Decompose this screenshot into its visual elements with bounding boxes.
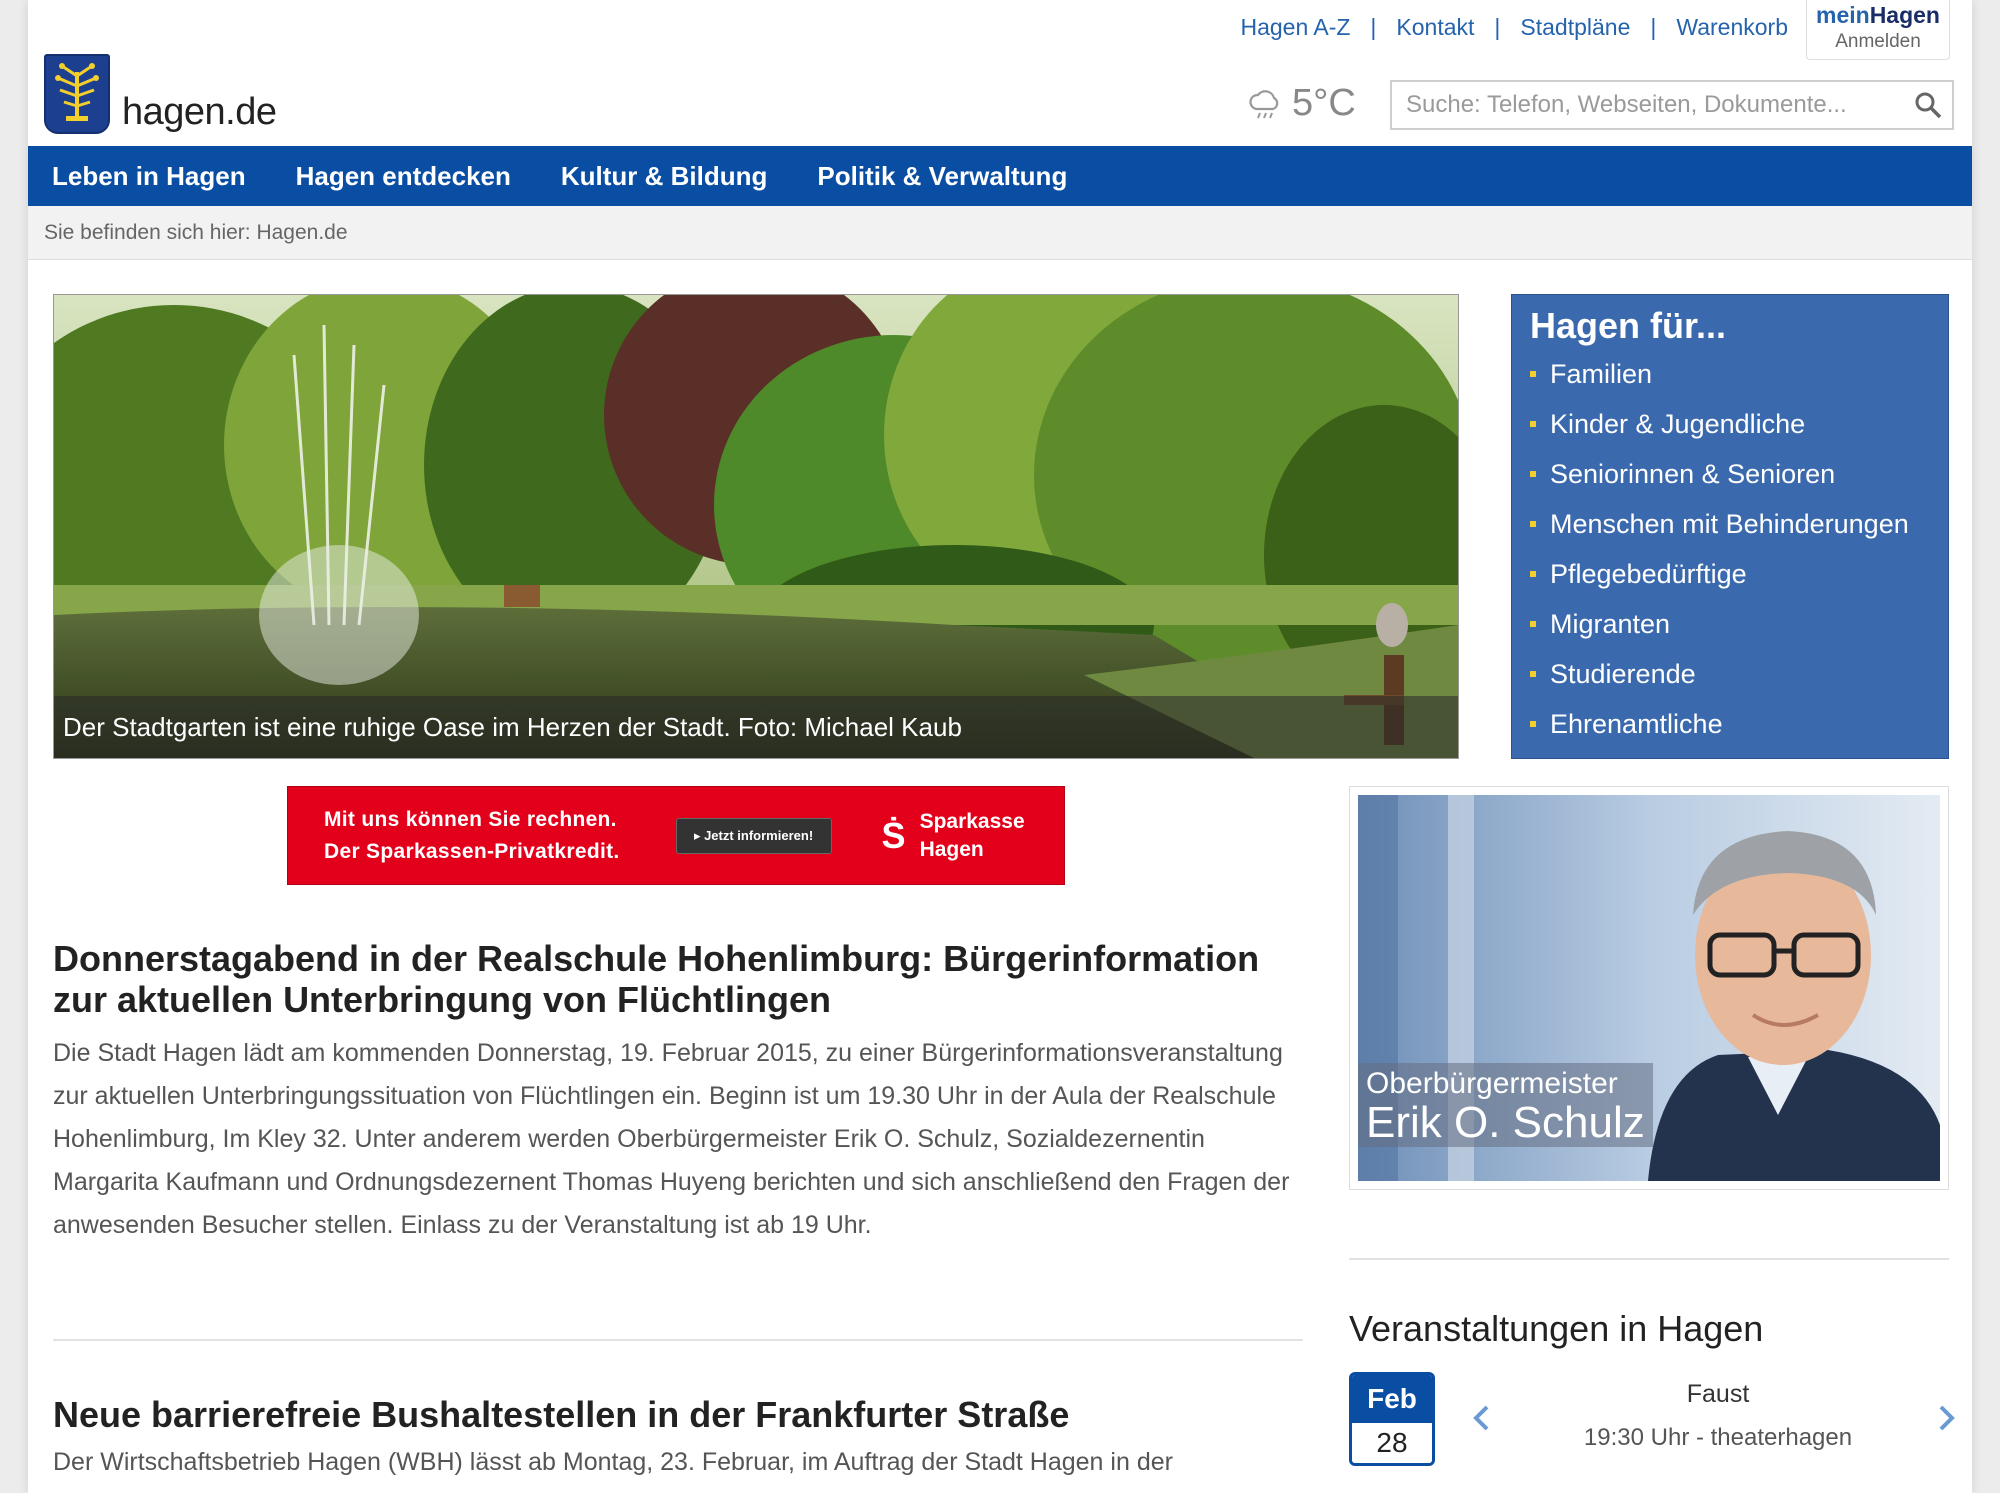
list-item[interactable]: Kinder & Jugendliche bbox=[1530, 399, 1930, 449]
bullet bbox=[1530, 521, 1536, 527]
bullet bbox=[1530, 721, 1536, 727]
target-group-link[interactable]: Migranten bbox=[1550, 609, 1670, 640]
mein-hagen-brand-bold: Hagen bbox=[1869, 2, 1940, 28]
nav-leben-in-hagen[interactable]: Leben in Hagen bbox=[52, 161, 246, 192]
bullet bbox=[1530, 471, 1536, 477]
article-title[interactable]: Neue barrierefreie Bushaltestellen in de… bbox=[53, 1394, 1303, 1435]
site-logo[interactable]: hagen.de bbox=[44, 54, 277, 134]
target-group-link[interactable]: Ehrenamtliche bbox=[1550, 709, 1723, 740]
top-links: Hagen A-Z | Kontakt | Stadtpläne | Waren… bbox=[1240, 14, 1788, 41]
event-month: Feb bbox=[1352, 1375, 1432, 1423]
separator: | bbox=[1494, 14, 1501, 40]
events-title: Veranstaltungen in Hagen bbox=[1349, 1308, 1764, 1349]
article-body: Der Wirtschaftsbetrieb Hagen (WBH) lässt… bbox=[53, 1448, 1173, 1476]
target-group-link[interactable]: Kinder & Jugendliche bbox=[1550, 409, 1805, 440]
event-day: 28 bbox=[1352, 1423, 1432, 1463]
target-group-link[interactable]: Pflegebedürftige bbox=[1550, 559, 1747, 590]
event-detail: 19:30 Uhr - theaterhagen bbox=[1583, 1424, 1853, 1451]
ad-cta-button[interactable]: ▸ Jetzt informieren! bbox=[675, 817, 832, 854]
link-warenkorb[interactable]: Warenkorb bbox=[1676, 14, 1788, 41]
separator: | bbox=[1650, 14, 1657, 40]
site-name: hagen.de bbox=[122, 91, 277, 133]
event-name[interactable]: Faust bbox=[1508, 1380, 1928, 1409]
mayor-photo: Oberbürgermeister Erik O. Schulz bbox=[1358, 795, 1940, 1181]
login-link[interactable]: Anmelden bbox=[1807, 31, 1949, 53]
link-hagen-az[interactable]: Hagen A-Z bbox=[1240, 14, 1350, 41]
divider bbox=[1349, 1258, 1949, 1260]
mayor-role: Oberbürgermeister bbox=[1366, 1067, 1618, 1100]
mein-hagen-brand-light: mein bbox=[1816, 2, 1870, 28]
target-group-list: Familien Kinder & Jugendliche Seniorinne… bbox=[1530, 349, 1930, 749]
ad-line-2: Der Sparkassen-Privatkredit. bbox=[324, 839, 620, 863]
list-item[interactable]: Ehrenamtliche bbox=[1530, 699, 1930, 749]
header: hagen.de Hagen A-Z | Kontakt | Stadtplän… bbox=[28, 0, 1972, 146]
cloud-rain-icon bbox=[1249, 89, 1279, 118]
news-article: Neue barrierefreie Bushaltestellen in de… bbox=[53, 1394, 1303, 1484]
chevron-left-icon[interactable] bbox=[1466, 1400, 1496, 1436]
mayor-caption: Oberbürgermeister Erik O. Schulz bbox=[1358, 1063, 1653, 1147]
nav-kultur-bildung[interactable]: Kultur & Bildung bbox=[561, 161, 768, 192]
bullet bbox=[1530, 371, 1536, 377]
target-group-link[interactable]: Familien bbox=[1550, 359, 1652, 390]
search-box bbox=[1390, 80, 1954, 130]
mayor-teaser[interactable]: Oberbürgermeister Erik O. Schulz bbox=[1349, 786, 1949, 1190]
sparkasse-s-icon: Ṡ bbox=[881, 814, 906, 856]
hero-caption: Der Stadtgarten ist eine ruhige Oase im … bbox=[54, 696, 1458, 758]
event-date-badge: Feb 28 bbox=[1349, 1372, 1435, 1466]
nav-politik-verwaltung[interactable]: Politik & Verwaltung bbox=[817, 161, 1067, 192]
bullet bbox=[1530, 571, 1536, 577]
news-article: Donnerstagabend in der Realschule Hohenl… bbox=[53, 938, 1303, 1247]
article-title[interactable]: Donnerstagabend in der Realschule Hohenl… bbox=[53, 938, 1303, 1020]
hero-image[interactable]: Der Stadtgarten ist eine ruhige Oase im … bbox=[53, 294, 1459, 759]
hagen-fuer-box: Hagen für... Familien Kinder & Jugendlic… bbox=[1511, 294, 1949, 759]
nav-hagen-entdecken[interactable]: Hagen entdecken bbox=[296, 161, 511, 192]
mein-hagen-brand: meinHagen bbox=[1807, 2, 1949, 29]
sparkasse-logo: Ṡ Sparkasse Hagen bbox=[882, 808, 1025, 864]
list-item[interactable]: Studierende bbox=[1530, 649, 1930, 699]
list-item[interactable]: Pflegebedürftige bbox=[1530, 549, 1930, 599]
breadcrumb: Sie befinden sich hier: Hagen.de bbox=[28, 206, 1972, 260]
article-body: Die Stadt Hagen lädt am kommenden Donner… bbox=[53, 1039, 1290, 1239]
sparkasse-name: Sparkasse Hagen bbox=[920, 808, 1025, 864]
bullet bbox=[1530, 621, 1536, 627]
hagen-fuer-title: Hagen für... bbox=[1530, 305, 1727, 346]
mein-hagen-login[interactable]: meinHagen Anmelden bbox=[1806, 0, 1950, 60]
ad-line-1: Mit uns können Sie rechnen. bbox=[324, 807, 617, 831]
divider bbox=[53, 1339, 1303, 1341]
sparkasse-name-line-2: Hagen bbox=[919, 837, 984, 861]
target-group-link[interactable]: Studierende bbox=[1550, 659, 1696, 690]
coat-of-arms-icon bbox=[44, 54, 110, 134]
sparkasse-name-line-1: Sparkasse bbox=[919, 809, 1025, 833]
main-nav: Leben in Hagen Hagen entdecken Kultur & … bbox=[28, 146, 1972, 206]
temperature: 5°C bbox=[1292, 82, 1356, 124]
list-item[interactable]: Migranten bbox=[1530, 599, 1930, 649]
list-item[interactable]: Seniorinnen & Senioren bbox=[1530, 449, 1930, 499]
park-photo bbox=[54, 295, 1458, 758]
target-group-link[interactable]: Seniorinnen & Senioren bbox=[1550, 459, 1835, 490]
sparkasse-ad-banner[interactable]: Mit uns können Sie rechnen. Der Sparkass… bbox=[287, 786, 1065, 885]
target-group-link[interactable]: Menschen mit Behinderungen bbox=[1550, 509, 1909, 540]
list-item[interactable]: Menschen mit Behinderungen bbox=[1530, 499, 1930, 549]
chevron-right-icon[interactable] bbox=[1932, 1400, 1962, 1436]
ad-text: Mit uns können Sie rechnen. Der Sparkass… bbox=[324, 804, 620, 868]
search-input[interactable] bbox=[1392, 82, 1904, 128]
mayor-name: Erik O. Schulz bbox=[1366, 1098, 1645, 1147]
weather-widget[interactable]: 5°C bbox=[1248, 82, 1356, 125]
link-kontakt[interactable]: Kontakt bbox=[1396, 14, 1474, 41]
bullet bbox=[1530, 671, 1536, 677]
page: hagen.de Hagen A-Z | Kontakt | Stadtplän… bbox=[28, 0, 1972, 1493]
list-item[interactable]: Familien bbox=[1530, 349, 1930, 399]
link-stadtplaene[interactable]: Stadtpläne bbox=[1520, 14, 1630, 41]
separator: | bbox=[1370, 14, 1377, 40]
search-icon[interactable] bbox=[1904, 91, 1952, 119]
bullet bbox=[1530, 421, 1536, 427]
